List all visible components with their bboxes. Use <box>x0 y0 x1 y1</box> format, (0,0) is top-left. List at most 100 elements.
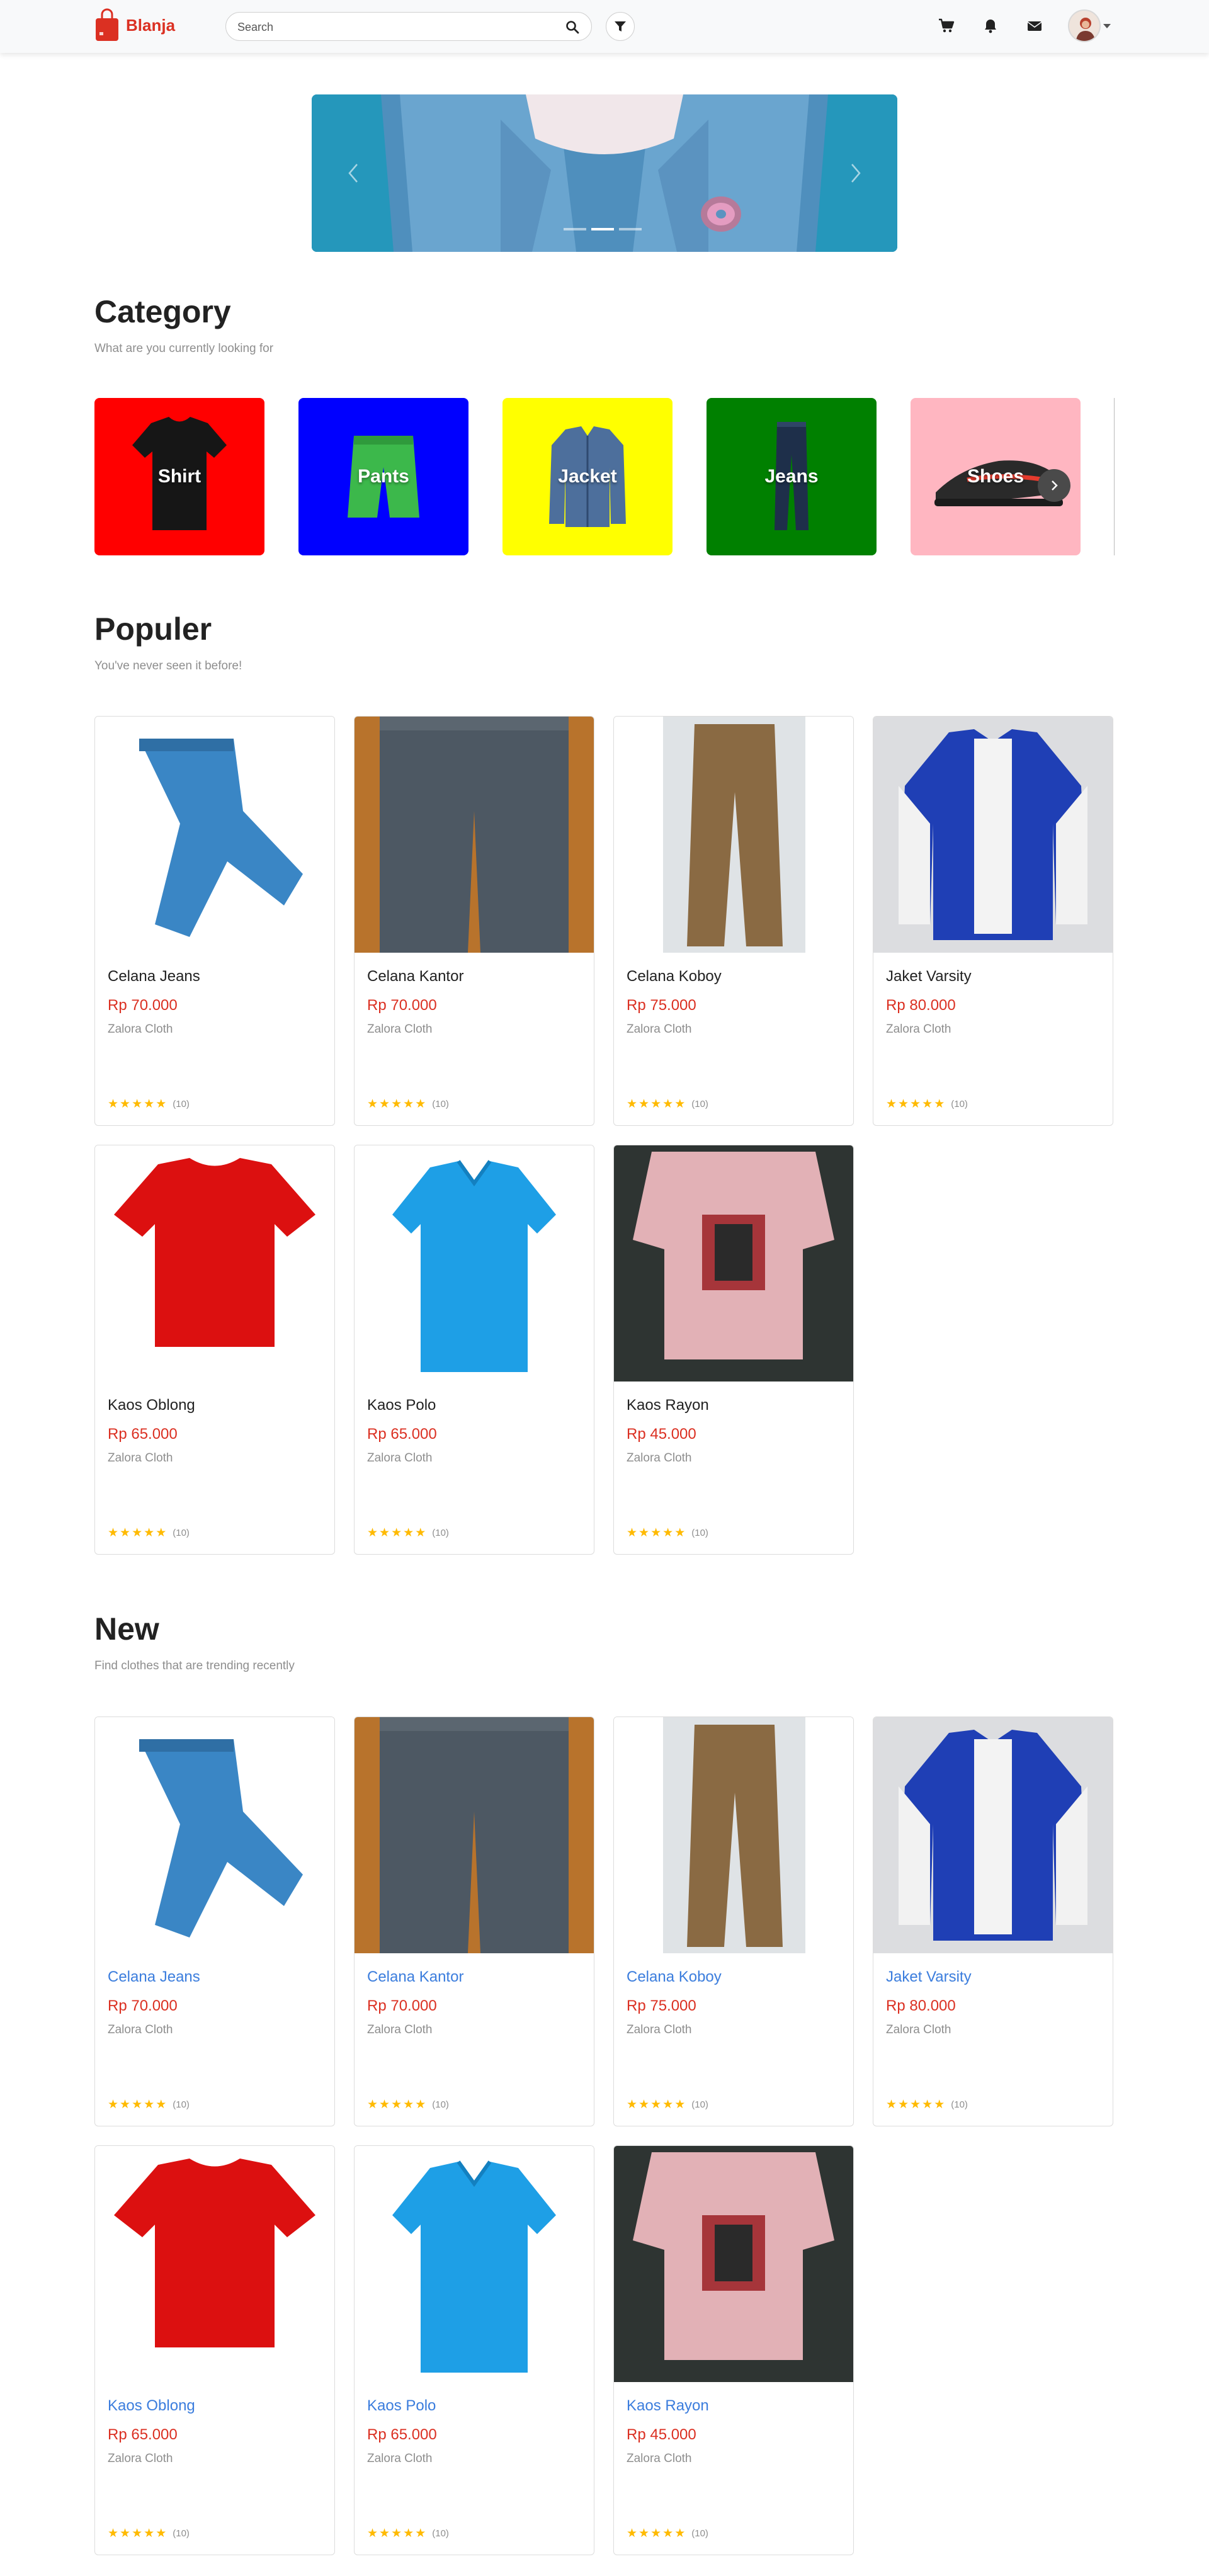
star-icon: ★ <box>132 1526 143 1540</box>
review-count: (10) <box>432 2099 449 2110</box>
star-icon: ★ <box>415 2527 426 2540</box>
star-icon: ★ <box>144 1098 155 1111</box>
product-image <box>355 717 594 953</box>
category-label: Shirt <box>157 466 202 487</box>
star-icon: ★ <box>415 2098 426 2111</box>
product-image <box>614 717 853 953</box>
search-icon[interactable] <box>565 20 580 35</box>
product-card[interactable]: Kaos Rayon Rp 45.000 Zalora Cloth ★ ★ ★ ★ ★(… <box>613 2145 854 2555</box>
search-input[interactable] <box>237 19 540 35</box>
category-next-button[interactable] <box>1038 469 1070 502</box>
product-name[interactable]: Celana Jeans <box>108 968 200 985</box>
star-icon: ★ <box>934 1098 945 1111</box>
product-price: Rp 65.000 <box>108 1426 178 1443</box>
product-card[interactable]: Kaos Oblong Rp 65.000 Zalora Cloth ★ ★ ★ ★ ★… <box>94 1145 335 1555</box>
category-card-shirt[interactable]: Shirt <box>94 398 264 555</box>
avatar[interactable] <box>1068 9 1101 42</box>
star-icon: ★ <box>120 2527 131 2540</box>
star-icon: ★ <box>650 1526 662 1540</box>
star-icon: ★ <box>922 1098 933 1111</box>
category-card-pants[interactable]: Pants <box>298 398 468 555</box>
product-card[interactable]: Celana Jeans Rp 70.000 Zalora Cloth ★ ★ ★ ★… <box>94 716 335 1126</box>
review-count: (10) <box>691 1528 708 1538</box>
product-card[interactable]: Kaos Rayon Rp 45.000 Zalora Cloth ★ ★ ★ ★ ★(… <box>613 1145 854 1555</box>
category-label: Shoes <box>967 466 1025 487</box>
new-product-grid: Celana Jeans Rp 70.000 Zalora Cloth ★ ★ ★ ★… <box>94 1716 1115 2555</box>
product-name[interactable]: Celana Jeans <box>108 1968 200 1986</box>
star-icon: ★ <box>144 2098 155 2111</box>
review-count: (10) <box>173 2528 190 2539</box>
product-name[interactable]: Kaos Rayon <box>627 2397 709 2415</box>
product-price: Rp 45.000 <box>627 1426 696 1443</box>
product-rating: ★ ★ ★ ★ ★ (10) <box>367 1527 449 1539</box>
carousel-indicator[interactable] <box>591 228 614 230</box>
product-name[interactable]: Celana Kantor <box>367 1968 463 1986</box>
product-name[interactable]: Kaos Polo <box>367 1397 436 1414</box>
carousel-prev-icon[interactable] <box>344 161 363 186</box>
populer-title: Populer <box>94 611 212 647</box>
product-rating: ★ ★ ★ ★ ★ (10) <box>108 2528 190 2539</box>
hero-carousel[interactable] <box>312 94 897 252</box>
star-icon: ★ <box>403 2527 414 2540</box>
review-count: (10) <box>691 2099 708 2110</box>
product-name[interactable]: Jaket Varsity <box>886 1968 972 1986</box>
product-seller: Zalora Cloth <box>108 2452 173 2465</box>
product-seller: Zalora Cloth <box>367 2452 433 2465</box>
star-icon: ★ <box>391 1098 402 1111</box>
carousel-next-icon[interactable] <box>846 161 865 186</box>
product-card[interactable]: Kaos Polo Rp 65.000 Zalora Cloth ★ ★ ★ ★ ★ (1… <box>354 1145 594 1555</box>
product-name[interactable]: Celana Koboy <box>627 968 722 985</box>
chevron-down-icon[interactable] <box>1103 24 1111 28</box>
product-seller: Zalora Cloth <box>108 1451 173 1465</box>
product-name[interactable]: Kaos Oblong <box>108 2397 195 2415</box>
product-price: Rp 70.000 <box>108 1997 178 2014</box>
review-count: (10) <box>691 2528 708 2539</box>
brand[interactable]: Blanja <box>94 8 175 42</box>
product-image <box>95 1145 334 1382</box>
carousel-indicator[interactable] <box>619 228 642 230</box>
product-name[interactable]: Kaos Polo <box>367 2397 436 2415</box>
product-card[interactable]: Celana Kantor Rp 70.000 Zalora Cloth ★ ★ ★… <box>354 1716 594 2126</box>
product-card[interactable]: Celana Kantor Rp 70.000 Zalora Cloth ★ ★ ★… <box>354 716 594 1126</box>
carousel-indicator[interactable] <box>564 228 586 230</box>
product-seller: Zalora Cloth <box>108 1023 173 1036</box>
bell-icon[interactable] <box>982 18 999 34</box>
cart-icon[interactable] <box>938 18 955 34</box>
product-name[interactable]: Celana Koboy <box>627 1968 722 1986</box>
category-card-partial <box>1114 398 1115 555</box>
star-icon: ★ <box>108 1098 119 1111</box>
product-name[interactable]: Jaket Varsity <box>886 968 972 985</box>
product-card[interactable]: Kaos Polo Rp 65.000 Zalora Cloth ★ ★ ★ ★ ★ (1… <box>354 2145 594 2555</box>
review-count: (10) <box>691 1099 708 1109</box>
star-icon: ★ <box>120 1098 131 1111</box>
product-image <box>95 717 334 953</box>
product-price: Rp 65.000 <box>367 1426 437 1443</box>
product-name[interactable]: Kaos Oblong <box>108 1397 195 1414</box>
review-count: (10) <box>951 1099 968 1109</box>
star-icon: ★ <box>639 2098 650 2111</box>
product-card[interactable]: Celana Jeans Rp 70.000 Zalora Cloth ★ ★ ★ ★… <box>94 1716 335 2126</box>
product-card[interactable]: Celana Koboy Rp 75.000 Zalora Cloth ★ ★ ★ ★… <box>613 1716 854 2126</box>
product-card[interactable]: Jaket Varsity Rp 80.000 Zalora Cloth ★ ★ ★… <box>873 716 1113 1126</box>
product-name[interactable]: Kaos Rayon <box>627 1397 709 1414</box>
mail-icon[interactable] <box>1026 18 1043 34</box>
product-rating: ★ ★ ★ ★ ★ (10) <box>108 2099 190 2111</box>
filter-button[interactable] <box>606 12 635 41</box>
star-icon: ★ <box>108 2527 119 2540</box>
product-name[interactable]: Celana Kantor <box>367 968 463 985</box>
product-card[interactable]: Celana Koboy Rp 75.000 Zalora Cloth ★ ★ ★ ★… <box>613 716 854 1126</box>
product-card[interactable]: Kaos Oblong Rp 65.000 Zalora Cloth ★ ★ ★ ★ ★… <box>94 2145 335 2555</box>
product-seller: Zalora Cloth <box>108 2023 173 2036</box>
star-icon: ★ <box>132 2527 143 2540</box>
star-icon: ★ <box>627 1098 638 1111</box>
category-card-jacket[interactable]: Jacket <box>502 398 673 555</box>
product-rating: ★ ★ ★ ★ ★ (10) <box>627 1527 708 1539</box>
star-icon: ★ <box>639 2527 650 2540</box>
star-icon: ★ <box>156 2527 167 2540</box>
product-price: Rp 45.000 <box>627 2426 696 2443</box>
category-card-jeans[interactable]: Jeans <box>707 398 877 555</box>
star-icon: ★ <box>120 2098 131 2111</box>
product-card[interactable]: Jaket Varsity Rp 80.000 Zalora Cloth ★ ★ ★… <box>873 1716 1113 2126</box>
product-rating: ★ ★ ★ ★ ★ (10) <box>367 2099 449 2111</box>
product-rating: ★ ★ ★ ★ ★ (10) <box>886 2099 968 2111</box>
